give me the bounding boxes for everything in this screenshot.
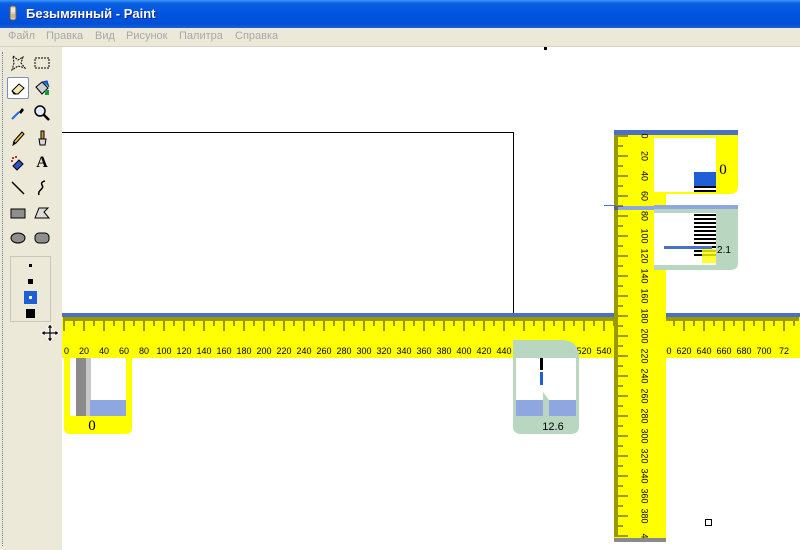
eraser-icon[interactable]: [7, 77, 29, 99]
vertical-ruler-side-loupe[interactable]: 2.1: [654, 205, 738, 271]
brush-icon[interactable]: [31, 127, 53, 149]
v-side-loupe-value: 2.1: [717, 245, 731, 256]
text-icon[interactable]: A: [31, 152, 53, 174]
h-ruler-label: 200: [256, 346, 271, 356]
airbrush-icon[interactable]: [7, 152, 29, 174]
v-ruler-label: 360: [640, 488, 650, 503]
menu-view[interactable]: Вид: [95, 30, 115, 42]
v-ruler-label: 40: [640, 171, 650, 181]
rounded-rect-icon[interactable]: [31, 227, 53, 249]
eraser-size-2[interactable]: [28, 279, 33, 284]
v-ruler-label: 220: [640, 348, 650, 363]
v-ruler-label: 300: [640, 428, 650, 443]
h-ruler-label: 280: [336, 346, 351, 356]
v-ruler-label: 100: [640, 228, 650, 243]
h-ruler-label: 72: [779, 346, 789, 356]
pencil-icon[interactable]: [7, 127, 29, 149]
eraser-size-3-selected[interactable]: [24, 291, 37, 304]
h-ruler-label: 260: [316, 346, 331, 356]
h-left-loupe-value: 0: [88, 418, 96, 434]
h-ruler-label: 160: [216, 346, 231, 356]
h-ruler-label: 240: [296, 346, 311, 356]
ruler-leader-line: [604, 205, 616, 206]
polygon-icon[interactable]: [31, 202, 53, 224]
eraser-size-4[interactable]: [26, 309, 35, 318]
horizontal-ruler-right-loupe[interactable]: 12.6: [513, 340, 579, 435]
v-ruler-label: 240: [640, 368, 650, 383]
magnifier-icon[interactable]: [31, 102, 53, 124]
menu-help[interactable]: Справка: [235, 30, 278, 42]
color-picker-icon[interactable]: [7, 102, 29, 124]
h-right-loupe-value: 12.6: [542, 421, 563, 433]
v-ruler-label: 200: [640, 328, 650, 343]
v-ruler-label: 60: [640, 191, 650, 201]
toolbox-edge: [2, 52, 4, 546]
h-ruler-label: 100: [156, 346, 171, 356]
fill-bucket-icon[interactable]: [31, 77, 53, 99]
h-ruler-label: 420: [476, 346, 491, 356]
h-ruler-label: 140: [196, 346, 211, 356]
v-ruler-label: 160: [640, 288, 650, 303]
canvas-resize-handle[interactable]: [544, 47, 547, 50]
h-ruler-label: 120: [176, 346, 191, 356]
text-tool-glyph: A: [36, 154, 48, 171]
vertical-ruler-top-loupe[interactable]: 0: [654, 130, 738, 195]
h-ruler-label: 80: [139, 346, 149, 356]
window-title: Безымянный - Paint: [26, 6, 156, 21]
h-ruler-label: 300: [356, 346, 371, 356]
h-ruler-label: 60: [119, 346, 129, 356]
h-ruler-label: 440: [496, 346, 511, 356]
ellipse-icon[interactable]: [7, 227, 29, 249]
eraser-size-1[interactable]: [29, 264, 32, 267]
h-ruler-label: 320: [376, 346, 391, 356]
menu-edit[interactable]: Правка: [46, 30, 83, 42]
h-ruler-label: 360: [416, 346, 431, 356]
menu-bar: Файл Правка Вид Рисунок Палитра Справка: [0, 28, 800, 47]
h-ruler-label: 540: [596, 346, 611, 356]
rect-select-icon[interactable]: [31, 52, 53, 74]
selection-marker: [705, 519, 712, 526]
menu-image[interactable]: Рисунок: [126, 30, 168, 42]
h-ruler-label: 180: [236, 346, 251, 356]
v-ruler-label: 340: [640, 468, 650, 483]
v-ruler-label: 380: [640, 508, 650, 523]
v-ruler-label: 120: [640, 248, 650, 263]
v-ruler-label: 140: [640, 268, 650, 283]
v-ruler-label: 80: [640, 211, 650, 221]
curve-icon[interactable]: [31, 177, 53, 199]
horizontal-ruler[interactable]: 0 20 40 60 80 100 120 140 160 180 200 220 240 260 280 3…: [62, 313, 800, 358]
v-ruler-label: 20: [640, 151, 650, 161]
paint-app-icon: [9, 5, 17, 21]
free-form-select-icon[interactable]: [7, 52, 29, 74]
h-ruler-label: 220: [276, 346, 291, 356]
h-ruler-label: 20: [79, 346, 89, 356]
h-ruler-label: 400: [456, 346, 471, 356]
title-bar[interactable]: Безымянный - Paint: [0, 0, 800, 28]
canvas[interactable]: [62, 132, 514, 316]
line-icon[interactable]: [7, 177, 29, 199]
h-ruler-label: 340: [396, 346, 411, 356]
v-ruler-label: 320: [640, 448, 650, 463]
v-top-loupe-value: 0: [719, 162, 727, 178]
menu-palette[interactable]: Палитра: [179, 30, 223, 42]
move-cursor-icon: [40, 323, 60, 343]
v-ruler-label: 4: [640, 533, 650, 538]
v-ruler-label: 280: [640, 408, 650, 423]
h-ruler-label: 680: [736, 346, 751, 356]
h-ruler-label: 0: [64, 346, 69, 356]
h-ruler-label: 620: [676, 346, 691, 356]
rectangle-icon[interactable]: [7, 202, 29, 224]
horizontal-ruler-left-loupe[interactable]: 0: [64, 356, 132, 436]
h-ruler-label: 380: [436, 346, 451, 356]
menu-file[interactable]: Файл: [8, 30, 35, 42]
v-ruler-label: 0: [640, 133, 650, 138]
h-ruler-label: 40: [99, 346, 109, 356]
v-ruler-label: 180: [640, 308, 650, 323]
h-ruler-label: 700: [756, 346, 771, 356]
h-ruler-label: 640: [696, 346, 711, 356]
v-ruler-label: 260: [640, 388, 650, 403]
h-ruler-label: 660: [716, 346, 731, 356]
